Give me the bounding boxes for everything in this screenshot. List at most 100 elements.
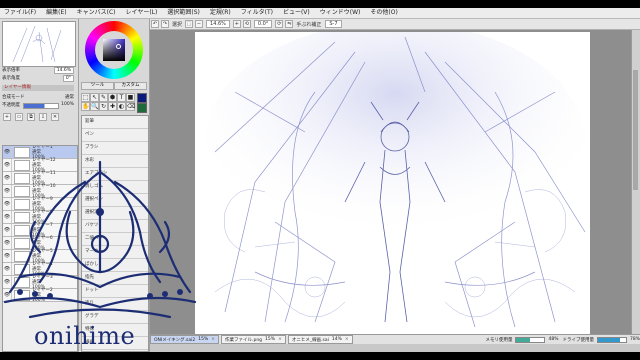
layer-thumbnail: [14, 263, 30, 275]
vertical-scrollbar[interactable]: [631, 30, 640, 334]
close-icon[interactable]: ×: [278, 337, 282, 342]
hand-icon[interactable]: ✋: [81, 102, 90, 111]
eye-icon[interactable]: 👁: [3, 211, 12, 223]
menu-edit[interactable]: 編集(E): [41, 8, 71, 18]
opacity-slider[interactable]: [22, 103, 59, 109]
eye-icon[interactable]: 👁: [3, 237, 12, 249]
menu-layer[interactable]: レイヤー(L): [121, 8, 163, 18]
eye-icon[interactable]: 👁: [3, 263, 12, 275]
angle-field[interactable]: 0.0°: [253, 20, 273, 28]
gradient-icon[interactable]: ◐: [117, 102, 126, 111]
brush-item[interactable]: 消しゴム: [82, 181, 148, 194]
status-bar: ONIメイキング.sai2 15% × 作業ファイル.png 15% × オニヒメ_線画.s…: [150, 334, 640, 344]
tab-tools[interactable]: ツール: [81, 82, 114, 90]
brush-item[interactable]: 水彩: [82, 155, 148, 168]
new-folder-icon[interactable]: ▭: [15, 113, 23, 121]
brush-item[interactable]: ペン: [82, 129, 148, 142]
eye-icon[interactable]: 👁: [3, 185, 12, 197]
menu-file[interactable]: ファイル(F): [0, 8, 41, 18]
memory-bar: [515, 336, 546, 343]
file-tab[interactable]: 作業ファイル.png 15% ×: [221, 335, 286, 344]
brush-item[interactable]: ドット: [82, 285, 148, 298]
copy-layer-icon[interactable]: ⧉: [27, 113, 35, 121]
fill-icon[interactable]: ■: [126, 93, 135, 102]
brush-item[interactable]: エアブラシ: [82, 168, 148, 181]
eye-icon[interactable]: 👁: [3, 276, 12, 288]
brush-item[interactable]: マーカー: [82, 246, 148, 259]
color-picker-marker[interactable]: [116, 44, 121, 49]
brush-item[interactable]: 選択ペン: [82, 194, 148, 207]
delete-layer-icon[interactable]: ✕: [51, 113, 59, 121]
brush-item[interactable]: 指先: [82, 272, 148, 285]
drive-label: ドライブ使用量: [562, 337, 594, 343]
redo-icon[interactable]: ↷: [161, 20, 169, 28]
color-wheel[interactable]: [85, 21, 143, 79]
file-tab[interactable]: オニヒメ_線画.sai 14% ×: [287, 335, 353, 344]
close-icon[interactable]: ×: [345, 337, 349, 342]
eye-icon[interactable]: 👁: [3, 289, 12, 301]
app-window: ファイル(F) 編集(E) キャンバス(C) レイヤー(L) 選択範囲(S) 定…: [0, 0, 640, 360]
drive-bar-fill: [597, 337, 620, 342]
zoom-in-icon[interactable]: +: [232, 20, 241, 28]
flip-icon[interactable]: ⇋: [285, 20, 294, 28]
pen-icon[interactable]: ✎: [99, 93, 108, 102]
eye-icon[interactable]: 👁: [3, 224, 12, 236]
scrollbar-thumb[interactable]: [633, 70, 638, 190]
stabilizer-select[interactable]: S-7: [325, 20, 342, 28]
drawing-canvas[interactable]: [195, 32, 590, 334]
color-saturation-square[interactable]: [103, 39, 125, 61]
text-icon[interactable]: T: [117, 93, 126, 102]
eraser-icon[interactable]: ⌫: [126, 102, 135, 111]
angle-row: 表示角度 0°: [2, 75, 74, 82]
layer-thumbnail: [14, 172, 30, 184]
menu-other[interactable]: その他(O): [365, 8, 402, 18]
zoom-out-icon[interactable]: −: [195, 20, 204, 28]
zoom-field[interactable]: 14.6%: [206, 20, 230, 28]
zoom-value[interactable]: 14.6%: [53, 67, 74, 74]
angle-label: 表示角度: [2, 76, 20, 81]
selection-label: 選択: [172, 21, 183, 28]
rotate-icon[interactable]: ↻: [99, 102, 108, 111]
rotate-left-icon[interactable]: ⟲: [242, 20, 251, 28]
rotate-right-icon[interactable]: ⟳: [275, 20, 284, 28]
rect-select-icon[interactable]: ⬚: [81, 93, 90, 102]
lasso-icon[interactable]: ⬢: [108, 93, 117, 102]
brush-item[interactable]: バケツ: [82, 220, 148, 233]
deselect-icon[interactable]: ⬚: [185, 20, 194, 28]
eyedropper-icon[interactable]: ✚: [108, 102, 117, 111]
menu-view[interactable]: ビュー(V): [278, 8, 315, 18]
tab-custom[interactable]: カスタム: [114, 82, 147, 90]
brush-item[interactable]: 鉛筆: [82, 116, 148, 129]
close-icon[interactable]: ×: [211, 337, 215, 342]
tool-tabs: ツール カスタム: [81, 82, 147, 90]
blend-select[interactable]: 通常: [65, 94, 74, 100]
menu-window[interactable]: ウィンドウ(W): [315, 8, 366, 18]
foreground-color-swatch[interactable]: [137, 93, 147, 103]
eye-icon[interactable]: 👁: [3, 250, 12, 262]
zoom-icon[interactable]: 🔍: [90, 102, 99, 111]
blend-row: 合成モード 通常: [2, 94, 74, 100]
menu-canvas[interactable]: キャンバス(C): [72, 8, 121, 18]
undo-icon[interactable]: ↶: [151, 20, 159, 28]
menu-selection[interactable]: 選択範囲(S): [162, 8, 205, 18]
brush-item[interactable]: 塗り: [82, 298, 148, 311]
menu-ruler[interactable]: 定規(R): [205, 8, 236, 18]
brush-item[interactable]: 選択消し: [82, 207, 148, 220]
new-layer-icon[interactable]: +: [3, 113, 11, 121]
brush-item[interactable]: 二値ペン: [82, 233, 148, 246]
navigator-preview[interactable]: [2, 21, 76, 67]
move-icon[interactable]: ↖: [90, 93, 99, 102]
background-color-swatch[interactable]: [137, 103, 147, 113]
brush-item[interactable]: ぼかし: [82, 259, 148, 272]
eye-icon[interactable]: 👁: [3, 159, 12, 171]
merge-down-icon[interactable]: ⇩: [39, 113, 47, 121]
brush-item[interactable]: ブラシ: [82, 142, 148, 155]
layer-row[interactable]: 👁 レイヤー2 通常 100%: [3, 288, 77, 303]
eye-icon[interactable]: 👁: [3, 172, 12, 184]
angle-value[interactable]: 0°: [62, 75, 74, 82]
layer-thumbnail: [14, 237, 30, 249]
menu-filter[interactable]: フィルタ(T): [236, 8, 278, 18]
eye-icon[interactable]: 👁: [3, 146, 12, 158]
file-tab[interactable]: ONIメイキング.sai2 15% ×: [150, 335, 220, 344]
eye-icon[interactable]: 👁: [3, 198, 12, 210]
